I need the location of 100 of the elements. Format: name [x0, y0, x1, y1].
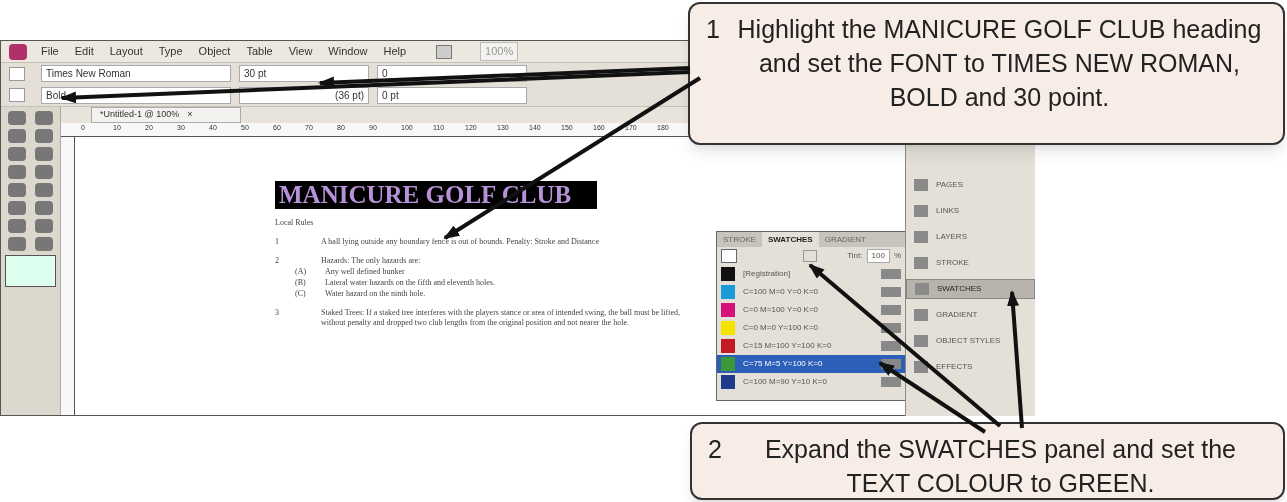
fill-stroke-icon[interactable] [5, 255, 56, 287]
panel-icon [914, 257, 928, 269]
tint-unit: % [893, 250, 901, 262]
dock-label: EFFECTS [936, 361, 973, 373]
panel-icon [914, 205, 928, 217]
dock-item[interactable]: OBJECT STYLES [906, 331, 1035, 351]
swatch-name: C=100 M=90 Y=10 K=0 [743, 376, 827, 388]
menu-item[interactable]: Help [381, 43, 409, 60]
tool-icon[interactable] [35, 111, 54, 125]
menu-item[interactable]: Table [244, 43, 275, 60]
fill-stroke-swap-icon[interactable] [721, 249, 737, 263]
dock-item[interactable]: PAGES [906, 175, 1035, 195]
tool-icon[interactable] [7, 129, 26, 143]
dock-label: STROKE [936, 257, 969, 269]
tint-field[interactable]: 100 [866, 249, 890, 263]
tool-icon[interactable] [35, 237, 54, 251]
dock-label: LINKS [936, 205, 960, 217]
menu-item[interactable]: Object [196, 43, 233, 60]
swatch-name: C=0 M=0 Y=100 K=0 [743, 322, 819, 334]
dock-item[interactable]: GRADIENT [906, 305, 1035, 325]
panel-icon [914, 231, 928, 243]
instruction-text: Highlight the MANICURE GOLF CLUB heading and set the FONT to TIMES NEW ROMAN, BOLD and 30 point. [736, 14, 1263, 113]
dock-item[interactable]: SWATCHES [906, 279, 1035, 299]
panel-tab[interactable]: STROKE [717, 232, 762, 247]
tool-icon[interactable] [7, 201, 26, 215]
tool-icon[interactable] [35, 219, 54, 233]
swatch-name: C=15 M=100 Y=100 K=0 [743, 340, 832, 352]
font-size-field[interactable]: 30 pt [239, 65, 369, 83]
baseline-shift-field[interactable]: 0 pt [377, 86, 527, 104]
step-number: 1 [706, 14, 720, 45]
swatch-name: C=0 M=100 Y=0 K=0 [743, 304, 819, 316]
body-text: Local Rules [275, 218, 315, 228]
dock-item[interactable]: LAYERS [906, 227, 1035, 247]
swatch-mode-icon [881, 377, 901, 387]
body-text: Staked Trees: If a staked tree interferes with the players stance or area of intended swing, the ball must be lifted, without penalty and dropped two club lengths from the original position and not nearer the hole. [321, 308, 681, 328]
dock-item[interactable]: LINKS [906, 201, 1035, 221]
panel-tab[interactable]: SWATCHES [761, 232, 819, 247]
swatch-row[interactable]: C=75 M=5 Y=100 K=0 [717, 355, 905, 373]
swatch-row[interactable]: C=15 M=100 Y=100 K=0 [717, 337, 905, 355]
body-text: A ball lying outside any boundary fence is out of bounds. Penalty: Stroke and Distance [321, 237, 599, 247]
swatch-mode-icon [881, 341, 901, 351]
swatch-row[interactable]: C=0 M=0 Y=100 K=0 [717, 319, 905, 337]
tool-icon[interactable] [7, 237, 26, 251]
panel-icon [914, 309, 928, 321]
swatch-mode-icon [881, 287, 901, 297]
app-logo-icon [9, 43, 27, 60]
dock-item[interactable]: EFFECTS [906, 357, 1035, 377]
tool-icon[interactable] [7, 219, 26, 233]
swatch-name: [Registration] [743, 268, 791, 280]
panel-icon [914, 179, 928, 191]
panel-icon [914, 335, 928, 347]
tool-icon[interactable] [35, 201, 54, 215]
menu-item[interactable]: View [286, 43, 315, 60]
tool-icon[interactable] [7, 111, 26, 125]
swatch-row[interactable]: C=0 M=100 Y=0 K=0 [717, 301, 905, 319]
list-number: 3 [275, 308, 280, 319]
menu-item[interactable]: Window [326, 43, 370, 60]
dock-label: PAGES [936, 179, 963, 191]
step-number: 2 [708, 434, 722, 465]
body-text: Lateral water hazards on the fifth and eleventh holes. [325, 278, 495, 288]
swatch-row[interactable]: C=100 M=90 Y=10 K=0 [717, 373, 905, 391]
list-number: 1 [275, 237, 280, 247]
swatch-mode-icon [881, 269, 901, 279]
body-text: Water hazard on the ninth hole. [325, 289, 426, 299]
swatch-name: C=100 M=0 Y=0 K=0 [743, 286, 819, 298]
list-number: (A) [295, 267, 308, 277]
tool-icon[interactable] [7, 165, 26, 179]
body-text: Hazards: The only hazards are: [321, 256, 421, 266]
tool-icon[interactable] [35, 183, 54, 197]
swatch-mode-icon [881, 359, 901, 369]
instruction-text: Expand the SWATCHES panel and set the TEXT COLOUR to GREEN. [763, 434, 1237, 498]
tint-label: Tint: [847, 250, 863, 262]
panel-icon [915, 283, 929, 295]
swatch-row[interactable]: [Registration] [717, 265, 905, 283]
font-family-field[interactable]: Times New Roman [41, 65, 231, 83]
swatch-mode-icon [881, 323, 901, 333]
dock-label: GRADIENT [936, 309, 978, 321]
panel-tab[interactable]: GRADIENT [818, 232, 872, 247]
tool-icon[interactable] [35, 147, 54, 161]
list-number: (C) [295, 289, 307, 299]
swatch-row[interactable]: C=100 M=0 Y=0 K=0 [717, 283, 905, 301]
tab-label: *Untitled-1 @ 100% [100, 108, 180, 122]
body-text: Any well defined bunker [325, 267, 405, 277]
tool-icon[interactable] [7, 147, 26, 161]
menu-item[interactable]: File [39, 43, 61, 60]
close-icon[interactable]: × [187, 108, 193, 122]
menu-item[interactable]: Edit [72, 43, 96, 60]
swatch-mode-icon [881, 305, 901, 315]
swatch-name: C=75 M=5 Y=100 K=0 [743, 358, 823, 370]
menu-item[interactable]: Type [156, 43, 185, 60]
document-tab[interactable]: *Untitled-1 @ 100% × [91, 107, 241, 123]
dock-label: LAYERS [936, 231, 967, 243]
dock-label: OBJECT STYLES [936, 335, 1001, 347]
dock-item[interactable]: STROKE [906, 253, 1035, 273]
tool-icon[interactable] [35, 129, 54, 143]
list-number: (B) [295, 278, 307, 288]
tool-icon[interactable] [7, 183, 26, 197]
dock-label: SWATCHES [937, 283, 982, 295]
tool-icon[interactable] [35, 165, 54, 179]
menu-item[interactable]: Layout [107, 43, 145, 60]
